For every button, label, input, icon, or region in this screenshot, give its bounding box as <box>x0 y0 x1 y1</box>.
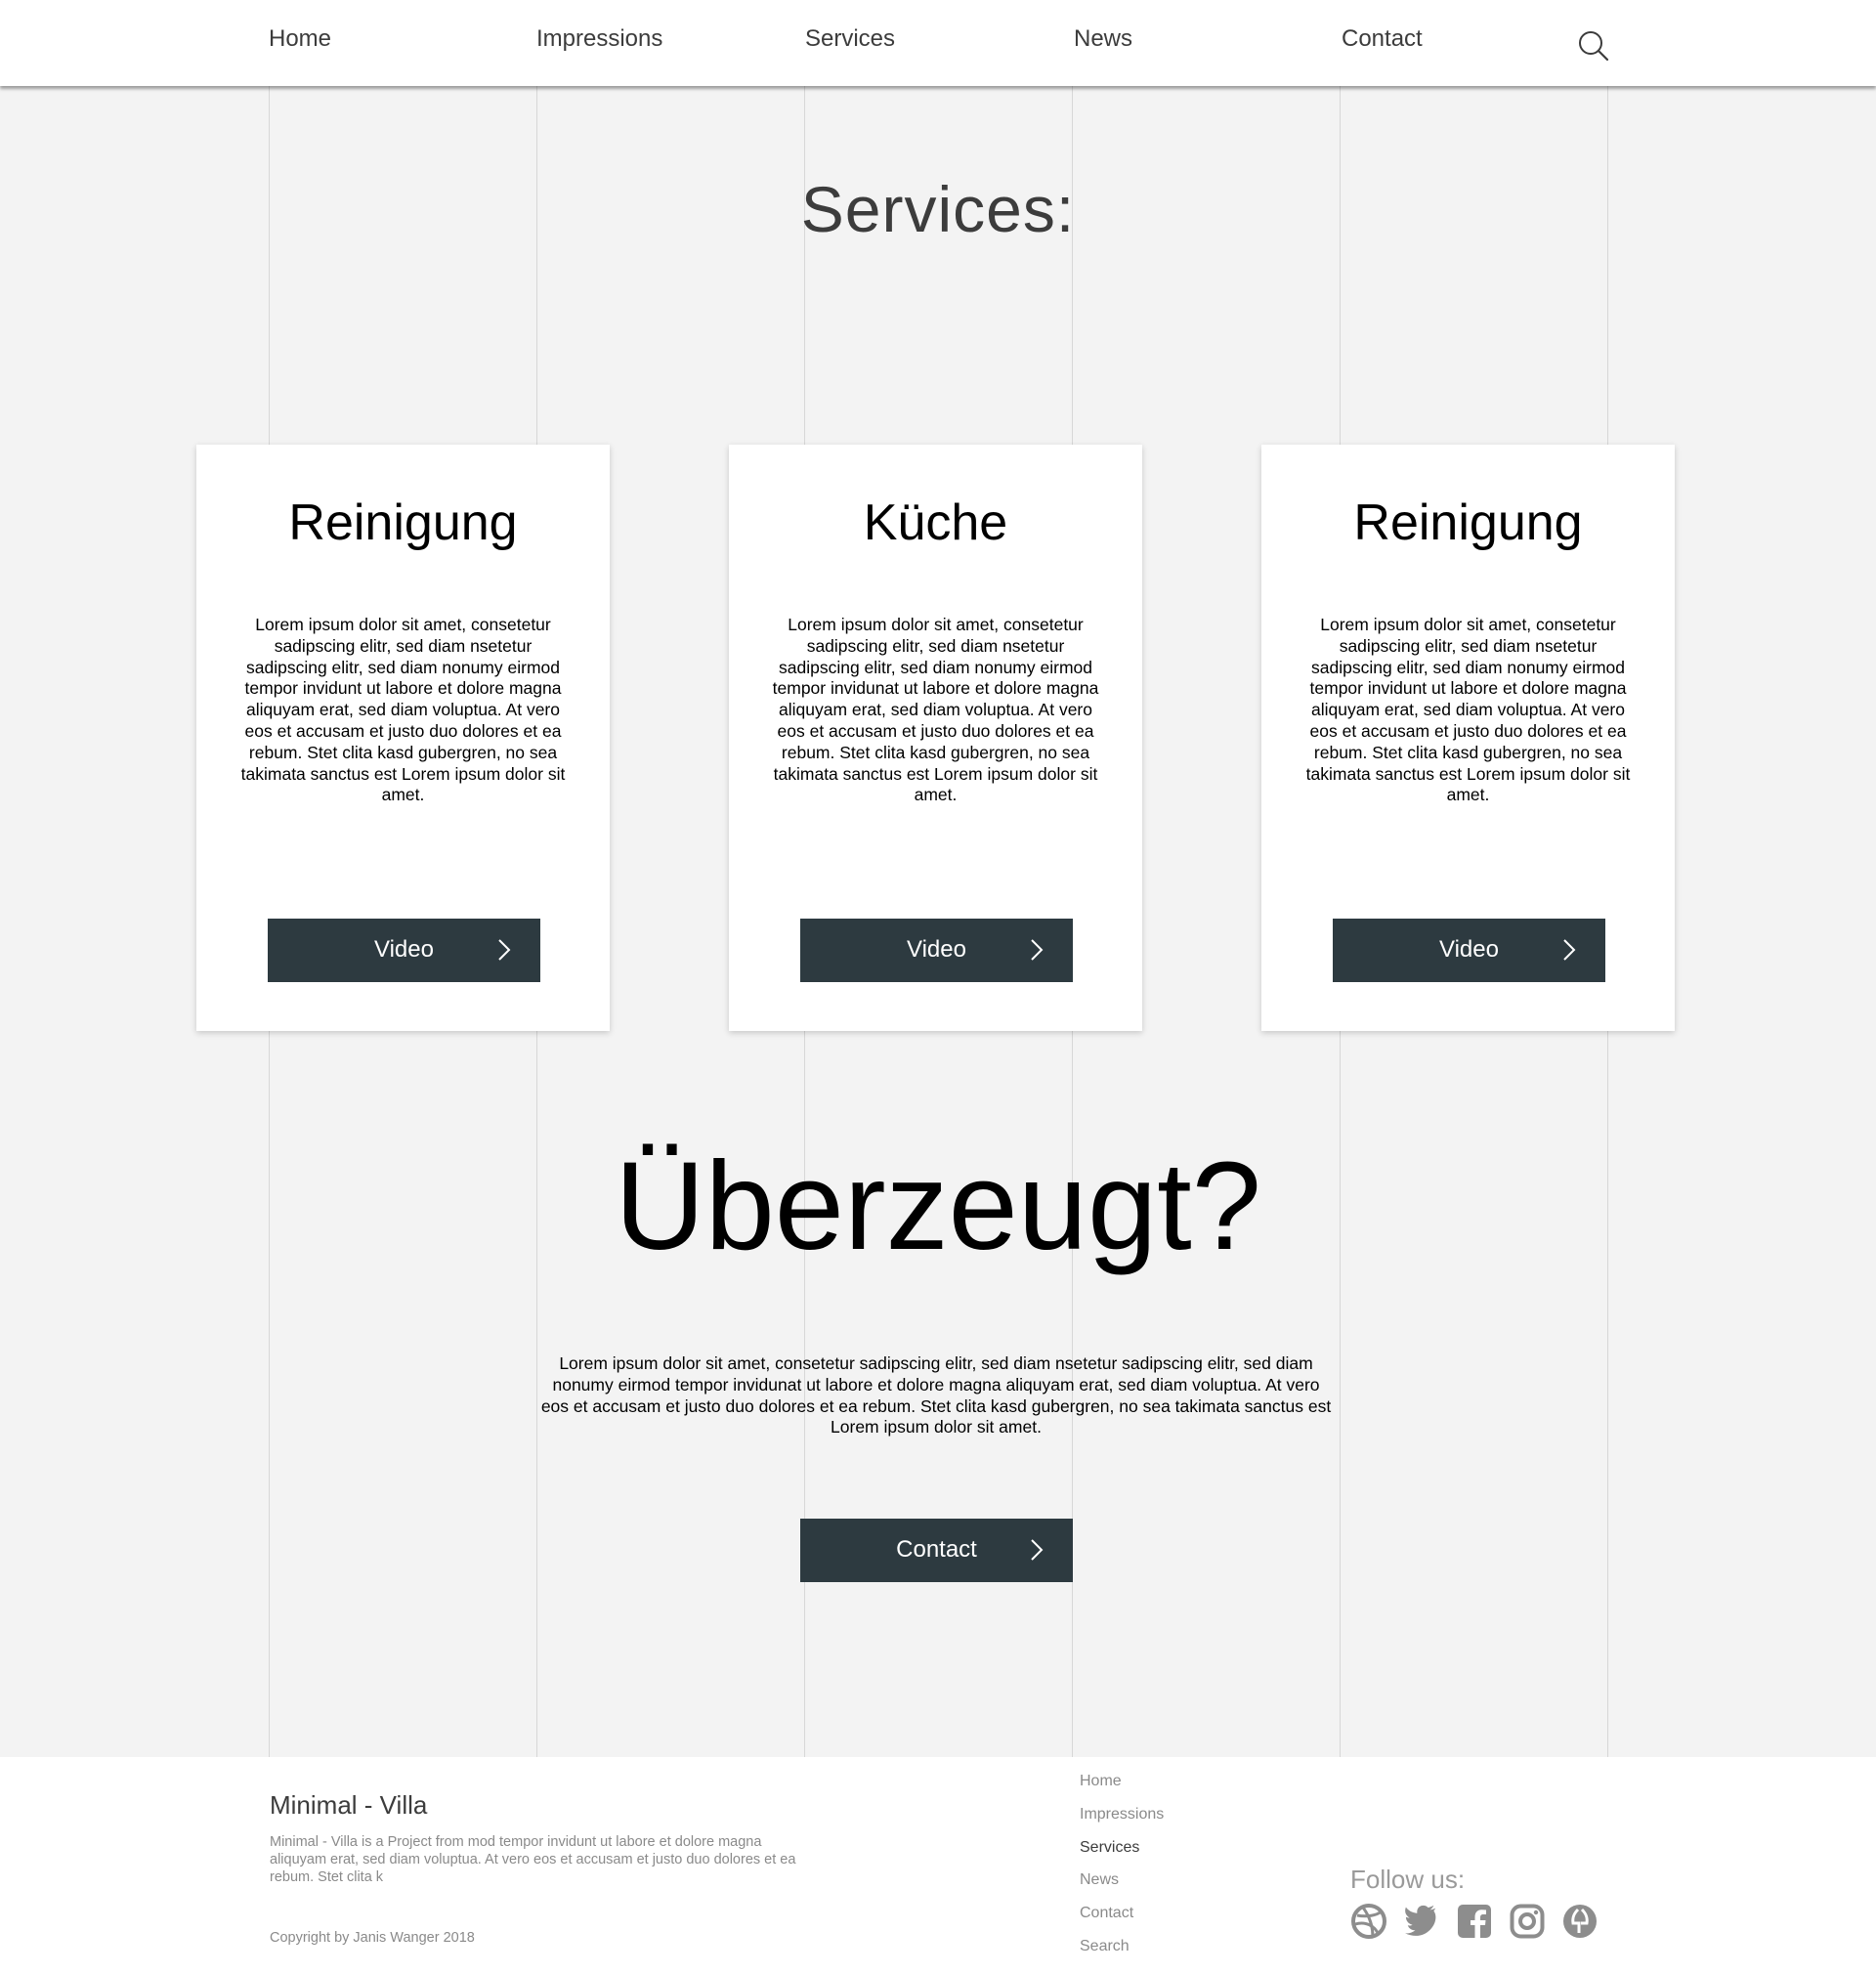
dribbble-icon[interactable] <box>1351 1904 1386 1939</box>
card-text: Lorem ipsum dolor sit amet, consetetur s… <box>240 615 566 805</box>
footer-description: Minimal - Villa is a Project from mod te… <box>270 1834 796 1885</box>
search-button[interactable] <box>1577 29 1610 63</box>
chevron-right-icon <box>498 939 511 961</box>
contact-button[interactable]: Contact <box>800 1519 1073 1582</box>
card-title: Küche <box>863 494 1008 551</box>
footer-brand: Minimal - Villa <box>270 1790 428 1820</box>
search-icon <box>1579 31 1609 62</box>
card-text: Lorem ipsum dolor sit amet, consetetur s… <box>1305 615 1631 805</box>
chevron-right-icon <box>1563 939 1576 961</box>
video-button[interactable]: Video <box>268 919 540 982</box>
instagram-icon[interactable] <box>1510 1904 1545 1939</box>
footer-link-contact[interactable]: Contact <box>1080 1905 1133 1922</box>
card-title: Reinigung <box>1353 494 1583 551</box>
footer-copyright: Copyright by Janis Wanger 2018 <box>270 1930 475 1946</box>
nav-impressions[interactable]: Impressions <box>536 25 662 53</box>
footer-link-services[interactable]: Services <box>1080 1839 1139 1857</box>
footer-link-news[interactable]: News <box>1080 1871 1119 1889</box>
video-button[interactable]: Video <box>800 919 1073 982</box>
twitter-icon[interactable] <box>1404 1904 1439 1939</box>
footer-link-home[interactable]: Home <box>1080 1773 1122 1790</box>
footer: Minimal - Villa Minimal - Villa is a Pro… <box>0 1757 1876 1974</box>
follow-us-label: Follow us: <box>1350 1865 1466 1894</box>
footer-link-search[interactable]: Search <box>1080 1938 1130 1955</box>
chevron-right-icon <box>1031 939 1044 961</box>
card-text: Lorem ipsum dolor sit amet, consetetur s… <box>772 615 1099 805</box>
nav-news[interactable]: News <box>1074 25 1132 53</box>
service-card-reinigung-2: Reinigung Lorem ipsum dolor sit amet, co… <box>1261 445 1675 1031</box>
facebook-icon[interactable] <box>1457 1904 1492 1939</box>
service-card-reinigung: Reinigung Lorem ipsum dolor sit amet, co… <box>196 445 610 1031</box>
chevron-right-icon <box>1031 1539 1044 1561</box>
top-navigation: Home Impressions Services News Contact <box>0 0 1876 86</box>
page-title: Services: <box>800 173 1076 245</box>
cta-text: Lorem ipsum dolor sit amet, consetetur s… <box>540 1353 1332 1438</box>
video-button[interactable]: Video <box>1333 919 1605 982</box>
card-title: Reinigung <box>288 494 518 551</box>
nav-home[interactable]: Home <box>269 25 331 53</box>
behance-icon[interactable] <box>1562 1904 1598 1939</box>
nav-contact[interactable]: Contact <box>1342 25 1423 53</box>
cta-title: Überzeugt? <box>615 1137 1261 1276</box>
footer-link-impressions[interactable]: Impressions <box>1080 1806 1164 1824</box>
service-card-kueche: Küche Lorem ipsum dolor sit amet, conset… <box>729 445 1142 1031</box>
nav-services[interactable]: Services <box>805 25 895 53</box>
